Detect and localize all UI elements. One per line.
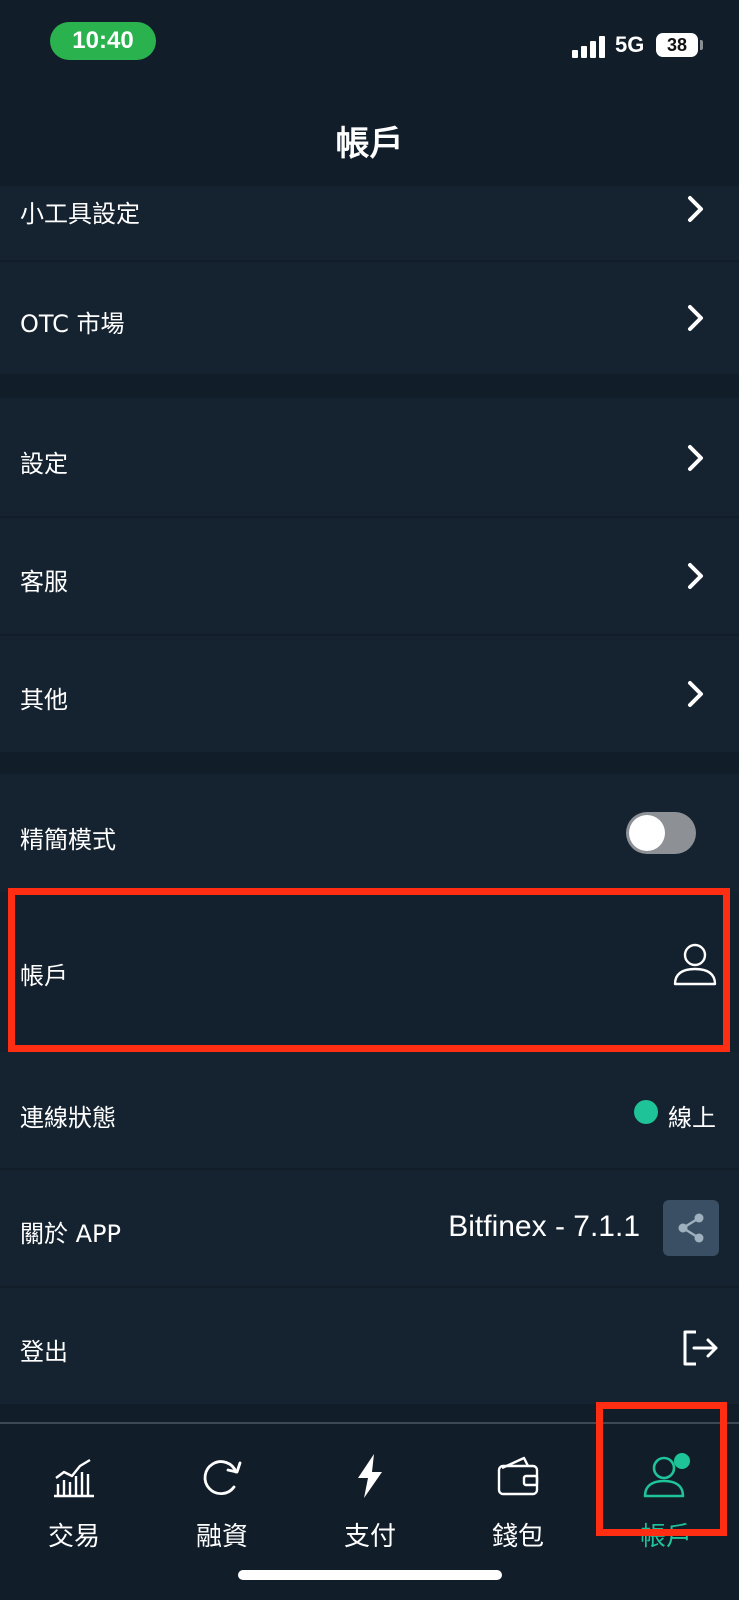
- chevron-right-icon: [688, 196, 703, 222]
- menu-item-label: 關於 APP: [20, 1220, 121, 1248]
- menu-item-label: 登出: [20, 1338, 68, 1366]
- chevron-right-icon: [688, 445, 703, 471]
- connection-status-value: 線上: [668, 1104, 716, 1132]
- section-gap: [0, 374, 739, 398]
- toggle-knob: [629, 815, 665, 851]
- menu-item-label: 設定: [20, 450, 68, 478]
- menu-item-label: 連線狀態: [20, 1104, 116, 1132]
- menu-item-label: 客服: [20, 568, 68, 596]
- tab-label: 錢包: [491, 1522, 544, 1552]
- status-bar: 10:40 5G 38: [0, 0, 739, 90]
- share-icon: [678, 1213, 704, 1243]
- tab-label: 交易: [47, 1522, 100, 1552]
- menu-item-label: 其他: [20, 686, 68, 714]
- menu-item-other[interactable]: 其他: [0, 636, 739, 752]
- menu-item-label: 精簡模式: [20, 826, 116, 854]
- tab-trade[interactable]: 交易: [0, 1424, 148, 1564]
- page-title: 帳戶: [335, 124, 404, 164]
- battery-level: 38: [666, 34, 688, 55]
- network-type: 5G: [615, 32, 645, 57]
- status-time: 10:40: [50, 22, 156, 60]
- menu-item-about-app: 關於 APP Bitfinex - 7.1.1: [0, 1170, 739, 1286]
- menu-item-label: OTC 市場: [20, 310, 125, 338]
- menu-item-customer-service[interactable]: 客服: [0, 518, 739, 634]
- tab-pay[interactable]: 支付: [296, 1424, 444, 1564]
- refresh-icon: [203, 1460, 242, 1495]
- battery-icon: 38: [656, 33, 698, 57]
- menu-item-lite-mode: 精簡模式: [0, 774, 739, 892]
- lightning-icon: [358, 1454, 382, 1498]
- chevron-right-icon: [688, 305, 703, 331]
- menu-item-logout[interactable]: 登出: [0, 1288, 739, 1404]
- tab-label: 支付: [343, 1522, 396, 1552]
- tab-funding[interactable]: 融資: [148, 1424, 296, 1564]
- signal-icon: [572, 36, 608, 58]
- tab-label: 融資: [195, 1522, 248, 1552]
- account-tab-highlight: [596, 1402, 727, 1536]
- lite-mode-toggle[interactable]: [626, 812, 696, 854]
- chevron-right-icon: [688, 681, 703, 707]
- online-status-dot: [634, 1100, 658, 1124]
- tab-wallet[interactable]: 錢包: [444, 1424, 592, 1564]
- wallet-icon: [497, 1456, 539, 1496]
- section-gap: [0, 752, 739, 774]
- account-row-highlight: [8, 888, 730, 1052]
- logout-icon: [683, 1330, 718, 1366]
- app-version: Bitfinex - 7.1.1: [448, 1210, 640, 1243]
- navigation-header: 帳戶: [0, 90, 739, 186]
- battery-tip: [700, 40, 703, 50]
- menu-item-settings[interactable]: 設定: [0, 398, 739, 516]
- share-button[interactable]: [663, 1200, 719, 1256]
- menu-item-label: 小工具設定: [20, 200, 140, 228]
- chevron-right-icon: [688, 563, 703, 589]
- menu-item-otc-market[interactable]: OTC 市場: [0, 262, 739, 374]
- chart-icon: [54, 1458, 94, 1498]
- menu-item-connection-status: 連線狀態 線上: [0, 1052, 739, 1168]
- home-indicator[interactable]: [238, 1570, 502, 1580]
